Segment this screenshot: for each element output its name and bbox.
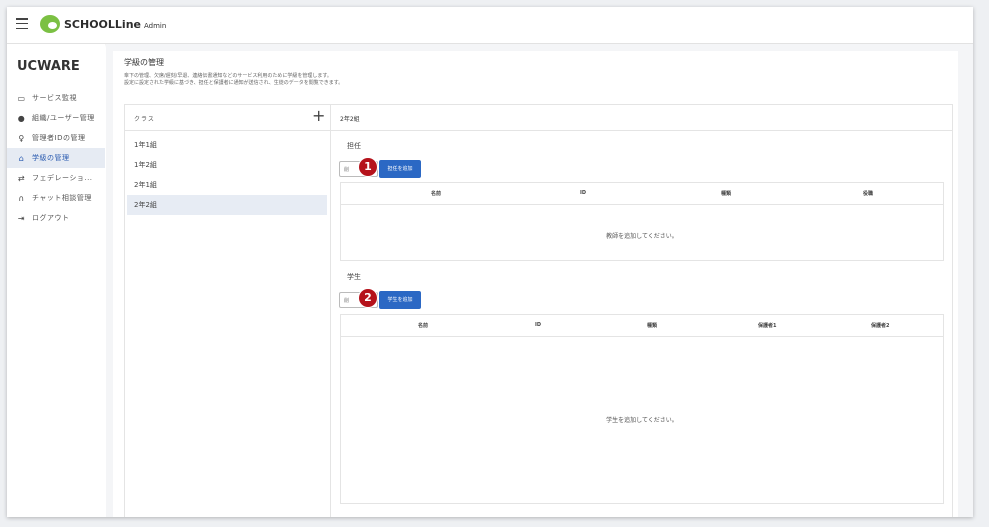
class-item[interactable]: 2年1組: [127, 175, 327, 195]
column-header: 種類: [721, 191, 732, 197]
class-item-selected[interactable]: 2年2組: [127, 195, 327, 215]
column-header: 保護者2: [871, 323, 890, 329]
app-window: SCHOOLLine Admin UCWARE ▭ サービス監視 ● 組織/ユーザ…: [7, 7, 973, 517]
class-panel: クラス + 1年1組 1年2組 2年1組 2年2組 2年2組 担任 削 1 担任…: [124, 104, 953, 517]
student-table: 名前 ID 種類 保護者1 保護者2 学生を追加してください。: [340, 314, 944, 504]
page-description-line: 傘下の管理、欠席/遅刻/早退、連絡伝書通知などのサービス利用のために学級を管理し…: [124, 73, 332, 79]
column-header: 役職: [863, 191, 874, 197]
class-list-title: クラス: [134, 116, 155, 123]
sidebar-item-admin-ids[interactable]: ♀ 管理者IDの管理: [7, 128, 105, 148]
page-title: 学級の管理: [124, 58, 164, 67]
column-header: 名前: [418, 323, 429, 329]
content-card: 学級の管理 傘下の管理、欠席/遅刻/早退、連絡伝書通知などのサービス利用のために…: [113, 51, 958, 517]
brand-name: UCWARE: [17, 59, 80, 74]
sidebar-item-label: チャット相談管理: [32, 194, 92, 202]
class-list: 1年1組 1年2組 2年1組 2年2組: [127, 135, 327, 215]
top-bar: SCHOOLLine Admin: [7, 7, 973, 44]
sidebar-item-label: ログアウト: [32, 214, 70, 222]
sidebar-item-logout[interactable]: ⇥ ログアウト: [7, 208, 105, 228]
app-logo: SCHOOLLine Admin: [64, 18, 166, 31]
class-list-header: クラス +: [125, 105, 330, 131]
step-badge: 2: [359, 289, 377, 307]
column-header: 種類: [647, 323, 658, 329]
main-content: 学級の管理 傘下の管理、欠席/遅刻/早退、連絡伝書通知などのサービス利用のために…: [106, 44, 973, 517]
logo-icon: [40, 15, 60, 33]
page-description: 傘下の管理、欠席/遅刻/早退、連絡伝書通知などのサービス利用のために学級を管理し…: [124, 73, 343, 87]
class-item[interactable]: 1年1組: [127, 135, 327, 155]
column-header: 名前: [431, 191, 442, 197]
teacher-table: 名前 ID 種類 役職 教師を追加してください。: [340, 182, 944, 261]
sidebar-nav: ▭ サービス監視 ● 組織/ユーザー管理 ♀ 管理者IDの管理 ⌂ 学級の管理 …: [7, 88, 105, 228]
step-badge: 1: [359, 158, 377, 176]
sidebar-item-label: 組織/ユーザー管理: [32, 114, 95, 122]
column-header: 保護者1: [758, 323, 777, 329]
sidebar-item-label: 学級の管理: [32, 154, 70, 162]
column-header: ID: [535, 322, 542, 328]
empty-message: 学生を追加してください。: [606, 417, 678, 424]
monitor-icon: ▭: [17, 93, 26, 103]
home-icon: ⌂: [18, 153, 25, 163]
support-icon: ∩: [18, 193, 25, 203]
sidebar-item-label: 管理者IDの管理: [32, 134, 86, 142]
sidebar-item-class-management[interactable]: ⌂ 学級の管理: [7, 148, 105, 168]
add-class-icon[interactable]: +: [312, 108, 325, 124]
add-student-button[interactable]: 学生を追加: [379, 291, 421, 309]
student-section-label: 学生: [347, 273, 361, 281]
sidebar: UCWARE ▭ サービス監視 ● 組織/ユーザー管理 ♀ 管理者IDの管理 ⌂…: [7, 44, 105, 517]
sidebar-item-chat-consult[interactable]: ∩ チャット相談管理: [7, 188, 105, 208]
class-item[interactable]: 1年2組: [127, 155, 327, 175]
swap-icon: ⇄: [17, 173, 26, 183]
page-description-line: 設定に設定された学級に基づき、担任と保護者に通知が送信され、生徒のデータを閲覧で…: [124, 80, 344, 86]
menu-icon[interactable]: [16, 18, 28, 30]
column-header: ID: [580, 190, 587, 196]
class-detail: 2年2組 担任 削 1 担任を追加 名前 ID 種類 役職 教師を追加してくださ…: [331, 105, 952, 517]
sidebar-item-federation[interactable]: ⇄ フェデレーショ...: [7, 168, 105, 188]
empty-message: 教師を追加してください。: [606, 233, 678, 240]
add-teacher-button[interactable]: 担任を追加: [379, 160, 421, 178]
sidebar-item-service-monitor[interactable]: ▭ サービス監視: [7, 88, 105, 108]
logout-icon: ⇥: [17, 213, 26, 223]
sidebar-item-org-users[interactable]: ● 組織/ユーザー管理: [7, 108, 105, 128]
app-name: SCHOOLLine: [64, 18, 141, 31]
sidebar-item-label: サービス監視: [32, 94, 77, 102]
user-circle-icon: ●: [17, 113, 26, 123]
table-header: 名前 ID 種類 役職: [341, 183, 943, 205]
class-detail-header: 2年2組: [331, 105, 952, 131]
app-suffix: Admin: [143, 22, 167, 30]
table-header: 名前 ID 種類 保護者1 保護者2: [341, 315, 943, 337]
teacher-section-label: 担任: [347, 142, 361, 150]
person-pin-icon: ♀: [18, 133, 25, 143]
class-detail-title: 2年2組: [340, 116, 360, 123]
class-list-column: クラス + 1年1組 1年2組 2年1組 2年2組: [125, 105, 331, 517]
sidebar-item-label: フェデレーショ...: [32, 174, 93, 182]
